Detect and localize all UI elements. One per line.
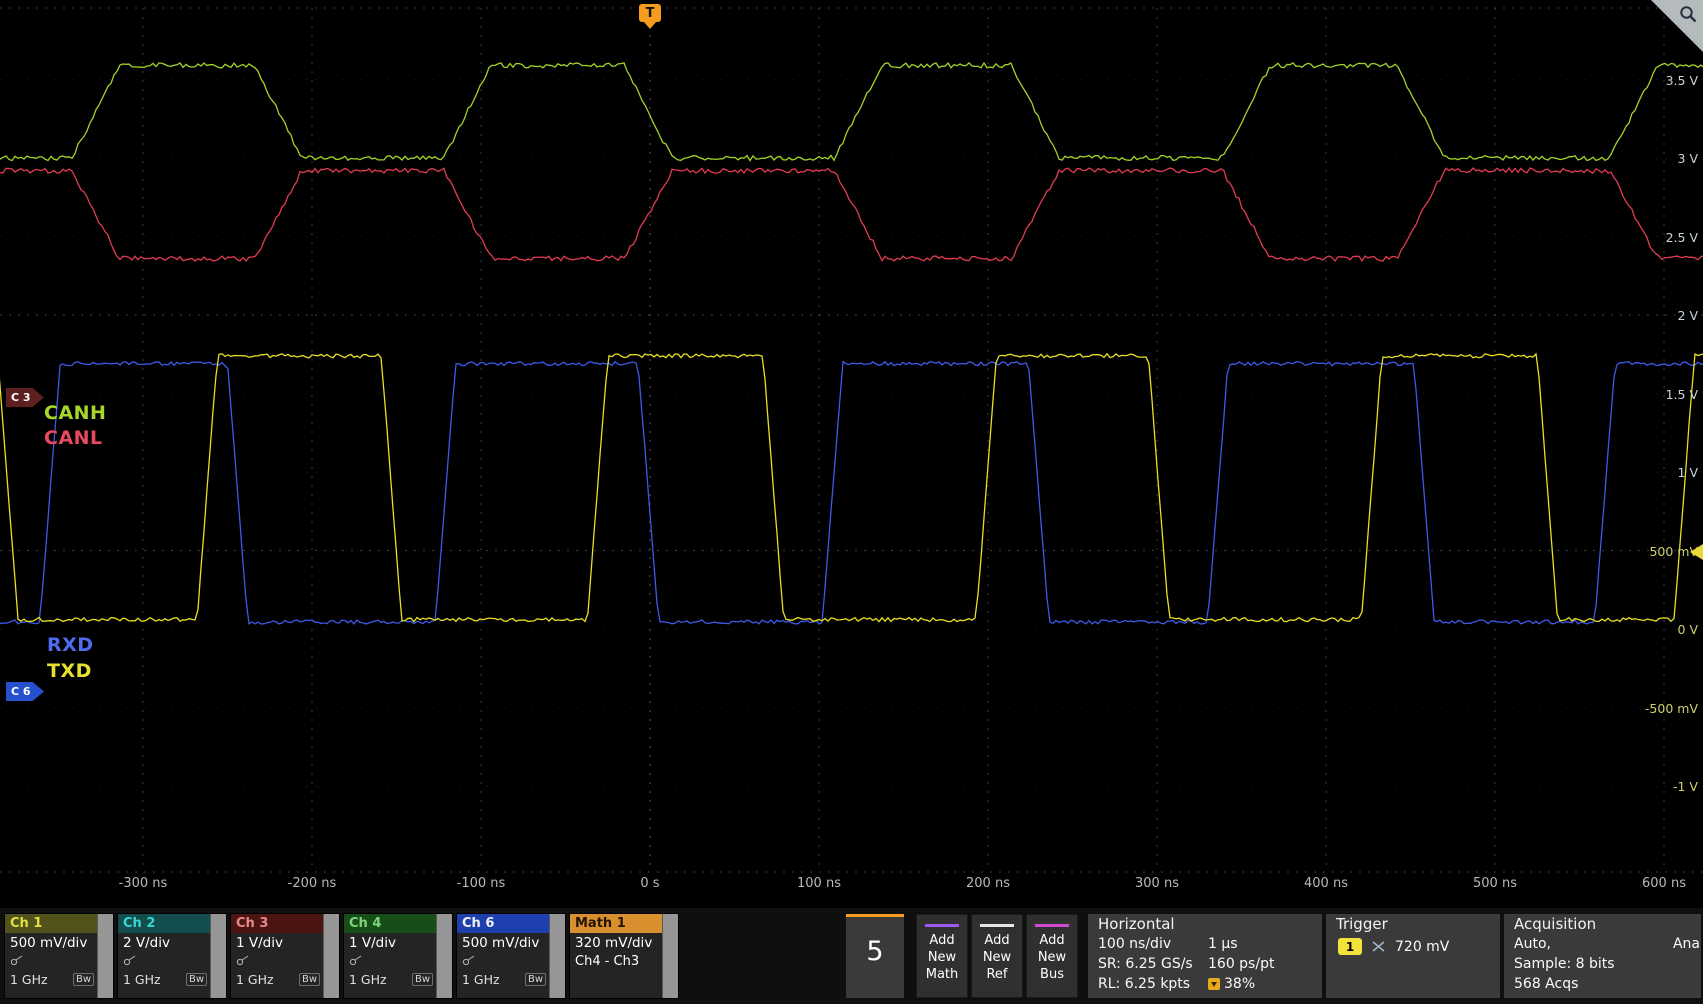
badge-grip[interactable] bbox=[97, 914, 113, 998]
trace-canh bbox=[0, 63, 1703, 161]
button-label: Add bbox=[929, 933, 954, 949]
y-tick-label: 2 V bbox=[1678, 308, 1698, 323]
bandwidth-limit-icon: Bw bbox=[299, 973, 320, 986]
math-badge[interactable]: Math 1 320 mV/div Ch4 - Ch3 bbox=[569, 913, 679, 999]
bandwidth-limit-icon: Bw bbox=[412, 973, 433, 986]
y-tick-label: -500 mV bbox=[1645, 701, 1698, 716]
trace-canl bbox=[0, 168, 1703, 261]
badge-grip[interactable] bbox=[436, 914, 452, 998]
bandwidth-limit-icon: Bw bbox=[186, 973, 207, 986]
position-indicator-icon bbox=[1208, 978, 1220, 990]
button-label: Math bbox=[926, 967, 959, 983]
waveform-display[interactable]: 3.5 V3 V2.5 V2 V1.5 V1 V500 mV0 V-500 mV… bbox=[0, 0, 1703, 908]
acquisition-sample: Sample: 8 bits bbox=[1514, 956, 1615, 972]
x-tick-label: 100 ns bbox=[797, 876, 841, 891]
x-tick-label: 0 s bbox=[640, 876, 659, 891]
control-bar: Ch 1 500 mV/div 1 GHz Bw Ch 2 2 V/div 1 … bbox=[0, 908, 1703, 1004]
add-new-ref-button[interactable]: Add New Ref bbox=[971, 914, 1023, 998]
trigger-position-marker[interactable]: T bbox=[639, 4, 661, 22]
badge-grip[interactable] bbox=[323, 914, 339, 998]
channel-badge-ch6[interactable]: Ch 6 500 mV/div 1 GHz Bw bbox=[456, 913, 566, 999]
y-tick-label: 0 V bbox=[1678, 622, 1698, 637]
badge-grip[interactable] bbox=[662, 914, 678, 998]
trigger-flag-label: T bbox=[646, 6, 655, 21]
trace-txd bbox=[0, 354, 1703, 622]
magnifier-icon bbox=[1679, 5, 1698, 24]
button-label: Ref bbox=[986, 967, 1007, 983]
button-label: New bbox=[983, 950, 1011, 966]
channel-badge-ch3[interactable]: Ch 3 1 V/div 1 GHz Bw bbox=[230, 913, 340, 999]
signal-label-canl: CANL bbox=[44, 427, 103, 449]
button-label: New bbox=[928, 950, 956, 966]
trigger-level-arrow[interactable] bbox=[1690, 544, 1703, 560]
acquisition-clipped-text: Ana bbox=[1673, 934, 1700, 954]
x-tick-label: 300 ns bbox=[1135, 876, 1179, 891]
button-label: Add bbox=[984, 933, 1009, 949]
badge-grip[interactable] bbox=[549, 914, 565, 998]
button-label: New bbox=[1038, 950, 1066, 966]
channel-bandwidth: 1 GHz bbox=[10, 972, 48, 987]
add-new-math-button[interactable]: Add New Math bbox=[916, 914, 968, 998]
record-length: RL: 6.25 kpts bbox=[1098, 976, 1190, 992]
channel-badge-ch1[interactable]: Ch 1 500 mV/div 1 GHz Bw bbox=[4, 913, 114, 999]
trigger-panel[interactable]: Trigger 1 720 mV bbox=[1326, 914, 1500, 998]
bandwidth-limit-icon: Bw bbox=[525, 973, 546, 986]
channel-bandwidth: 1 GHz bbox=[462, 972, 500, 987]
y-tick-label: 1.5 V bbox=[1666, 387, 1698, 402]
signal-label-canh: CANH bbox=[44, 402, 106, 424]
oscilloscope-screen: 3.5 V3 V2.5 V2 V1.5 V1 V500 mV0 V-500 mV… bbox=[0, 0, 1703, 1004]
y-tick-label: 3.5 V bbox=[1666, 73, 1698, 88]
y-tick-label: -1 V bbox=[1673, 779, 1698, 794]
bandwidth-limit-icon: Bw bbox=[73, 973, 94, 986]
badge-grip[interactable] bbox=[210, 914, 226, 998]
acquisition-mode: Auto, bbox=[1514, 936, 1551, 952]
channel-bandwidth: 1 GHz bbox=[123, 972, 161, 987]
signal-label-rxd: RXD bbox=[47, 634, 94, 656]
channel-bandwidth: 1 GHz bbox=[349, 972, 387, 987]
acquisition-count: 568 Acqs bbox=[1514, 976, 1578, 992]
resolution: 160 ps/pt bbox=[1208, 954, 1274, 974]
y-tick-label: 3 V bbox=[1678, 151, 1698, 166]
button-label: Add bbox=[1039, 933, 1064, 949]
trigger-position-arrow-icon bbox=[644, 22, 656, 29]
y-tick-label: 1 V bbox=[1678, 465, 1698, 480]
acquisition-panel[interactable]: Acquisition Auto, Ana Sample: 8 bits 568… bbox=[1504, 914, 1701, 998]
horizontal-window: 1 µs bbox=[1208, 934, 1238, 954]
trace-rxd bbox=[0, 362, 1703, 624]
horizontal-title: Horizontal bbox=[1088, 914, 1322, 934]
y-tick-label: 2.5 V bbox=[1666, 230, 1698, 245]
accent-line bbox=[980, 924, 1014, 927]
x-tick-label: 200 ns bbox=[966, 876, 1010, 891]
x-tick-label: 600 ns bbox=[1642, 876, 1686, 891]
waveform-canvas bbox=[0, 0, 1703, 908]
accent-line bbox=[846, 914, 904, 917]
horizontal-position-percent: 38% bbox=[1224, 974, 1255, 994]
x-tick-label: 500 ns bbox=[1473, 876, 1517, 891]
button-label: Bus bbox=[1040, 967, 1064, 983]
signal-label-txd: TXD bbox=[47, 660, 92, 682]
x-tick-label: -200 ns bbox=[288, 876, 337, 891]
waveform-count-value: 5 bbox=[846, 936, 904, 967]
horizontal-panel[interactable]: Horizontal 100 ns/div 1 µs SR: 6.25 GS/s… bbox=[1088, 914, 1322, 998]
acquisition-title: Acquisition bbox=[1504, 914, 1701, 934]
x-tick-label: 400 ns bbox=[1304, 876, 1348, 891]
channel-badge-ch4[interactable]: Ch 4 1 V/div 1 GHz Bw bbox=[343, 913, 453, 999]
x-tick-label: -100 ns bbox=[457, 876, 506, 891]
edge-trigger-icon bbox=[1371, 940, 1386, 953]
trigger-level-value: 720 mV bbox=[1395, 939, 1449, 955]
channel-bandwidth: 1 GHz bbox=[236, 972, 274, 987]
waveform-count-box[interactable]: 5 bbox=[846, 914, 904, 998]
x-tick-label: -300 ns bbox=[119, 876, 168, 891]
add-new-bus-button[interactable]: Add New Bus bbox=[1026, 914, 1078, 998]
channel-badge-ch2[interactable]: Ch 2 2 V/div 1 GHz Bw bbox=[117, 913, 227, 999]
trigger-title: Trigger bbox=[1326, 914, 1500, 934]
accent-line bbox=[925, 924, 959, 927]
horizontal-scale: 100 ns/div bbox=[1098, 936, 1171, 952]
sample-rate: SR: 6.25 GS/s bbox=[1098, 956, 1193, 972]
trigger-source-badge[interactable]: 1 bbox=[1338, 938, 1362, 955]
accent-line bbox=[1035, 924, 1069, 927]
